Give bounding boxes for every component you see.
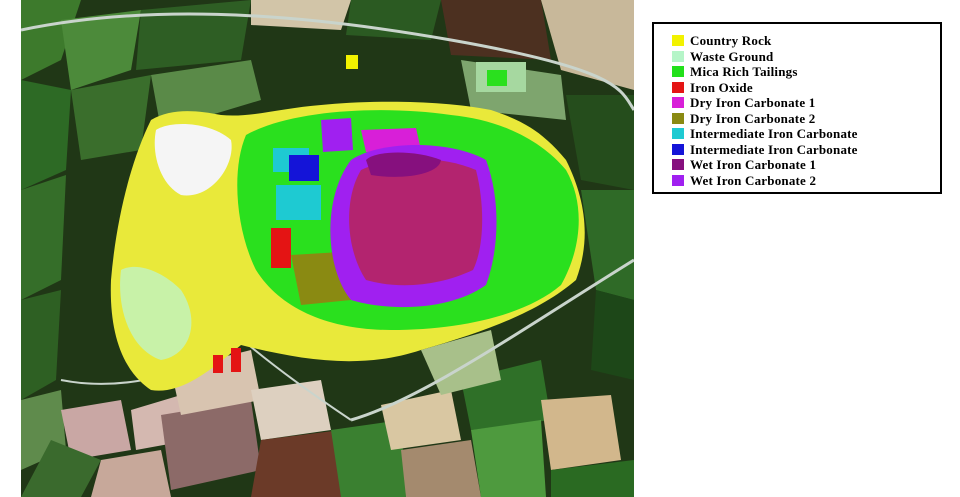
- legend-item: Wet Iron Carbonate 1: [672, 157, 940, 173]
- legend-item: Dry Iron Carbonate 1: [672, 95, 940, 111]
- iron-oxide-patch: [213, 355, 223, 373]
- legend-swatch: [672, 50, 684, 62]
- map-image: [21, 0, 634, 497]
- field-patch: [541, 395, 621, 470]
- field-patch: [251, 380, 331, 440]
- legend-label: Wet Iron Carbonate 1: [690, 157, 817, 173]
- legend-item: Intermediate Iron Carbonate: [672, 142, 940, 158]
- field-patch: [346, 0, 441, 40]
- legend-item: Iron Oxide: [672, 80, 940, 96]
- legend-swatch: [672, 112, 684, 124]
- legend-swatch: [672, 159, 684, 171]
- legend-label: Iron Oxide: [690, 79, 753, 95]
- legend-label: Wet Iron Carbonate 2: [690, 172, 817, 188]
- legend-item: Dry Iron Carbonate 2: [672, 111, 940, 127]
- intermediate-carbonate-cell: [276, 185, 321, 220]
- legend-swatch: [672, 97, 684, 109]
- legend-label: Dry Iron Carbonate 1: [690, 95, 816, 111]
- legend-item: Mica Rich Tailings: [672, 64, 940, 80]
- main-tailings-pond: [349, 158, 483, 286]
- field-patch: [71, 75, 151, 160]
- field-patch: [591, 290, 634, 380]
- legend-item: Wet Iron Carbonate 2: [672, 173, 940, 189]
- iron-oxide-patch: [231, 348, 241, 372]
- field-patch: [251, 0, 351, 30]
- field-patch: [441, 0, 551, 60]
- map-legend: Country Rock Waste Ground Mica Rich Tail…: [652, 22, 942, 194]
- legend-swatch: [672, 174, 684, 186]
- wet-carbonate-2-cell: [321, 118, 353, 152]
- field-patch: [471, 420, 546, 497]
- field-patch: [401, 440, 481, 497]
- legend-swatch: [672, 143, 684, 155]
- mica-tailings-patch: [487, 70, 507, 86]
- classification-map: [21, 0, 634, 497]
- legend-label: Country Rock: [690, 33, 772, 49]
- legend-label: Mica Rich Tailings: [690, 64, 798, 80]
- field-patch: [136, 0, 251, 70]
- legend-item: Country Rock: [672, 33, 940, 49]
- iron-oxide-cell: [271, 228, 291, 268]
- country-rock-patch: [346, 55, 358, 69]
- legend-item: Intermediate Iron Carbonate: [672, 126, 940, 142]
- legend-label: Waste Ground: [690, 48, 774, 64]
- legend-label: Intermediate Iron Carbonate: [690, 126, 858, 142]
- legend-swatch: [672, 35, 684, 47]
- legend-label: Intermediate Iron Carbonate: [690, 141, 858, 157]
- legend-swatch: [672, 66, 684, 78]
- legend-label: Dry Iron Carbonate 2: [690, 110, 816, 126]
- intermediate-carbonate-cell: [289, 155, 319, 181]
- legend-swatch: [672, 128, 684, 140]
- legend-swatch: [672, 81, 684, 93]
- legend-item: Waste Ground: [672, 49, 940, 65]
